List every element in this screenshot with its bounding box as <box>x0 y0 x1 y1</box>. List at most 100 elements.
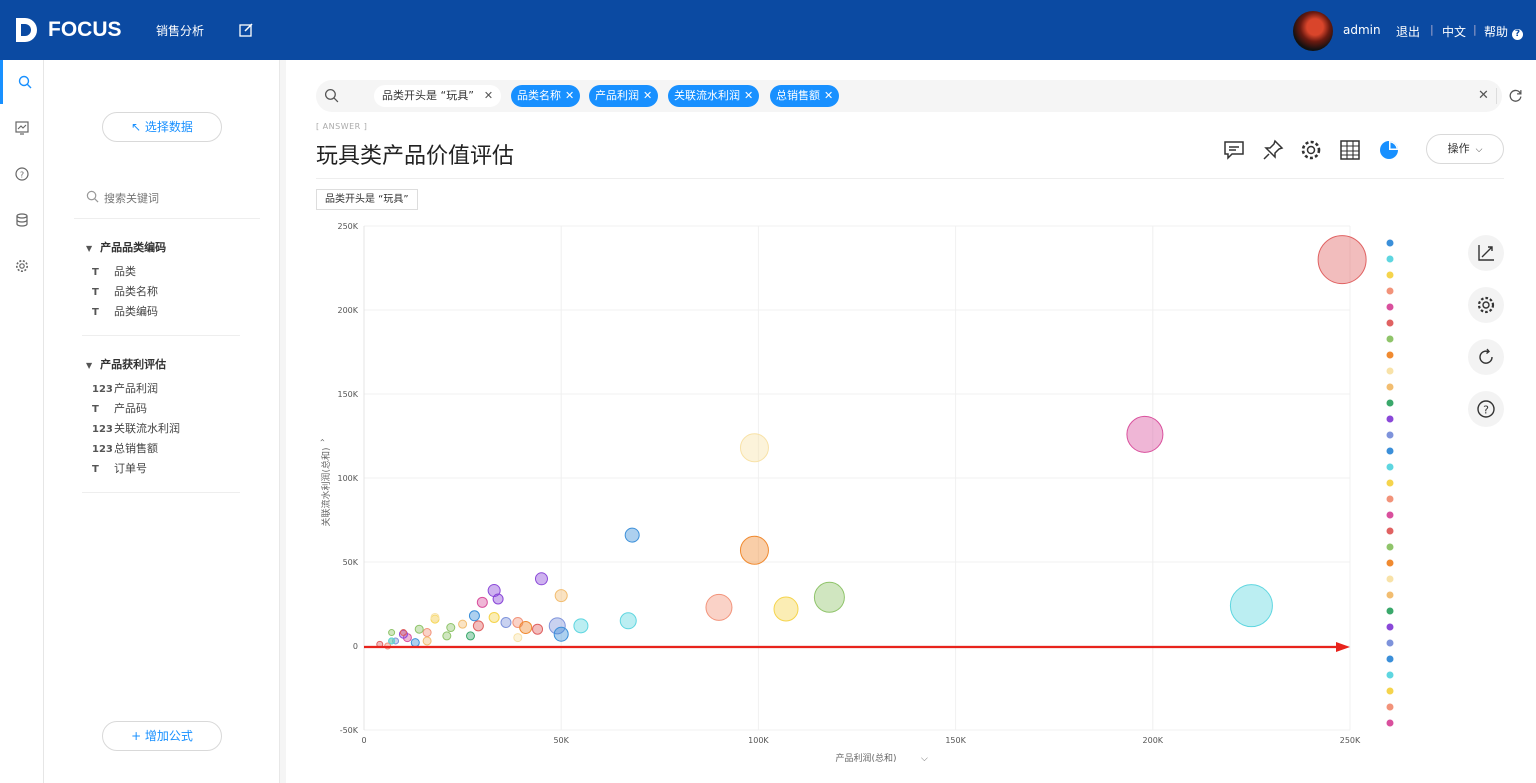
language-link[interactable]: 中文 <box>1442 23 1466 40</box>
logout-link[interactable]: 退出 <box>1396 23 1420 40</box>
data-point[interactable] <box>500 616 512 628</box>
group-product-category[interactable]: ▼ 产品品类编码 <box>86 239 166 255</box>
y-tick-label: 0 <box>353 642 358 651</box>
user-name[interactable]: admin <box>1343 23 1381 37</box>
table-icon[interactable] <box>1338 138 1362 162</box>
data-point[interactable] <box>472 620 484 632</box>
field-item[interactable]: T 品类编码 <box>92 303 158 319</box>
data-point[interactable] <box>553 626 569 642</box>
rail-settings[interactable] <box>0 244 44 288</box>
data-point[interactable] <box>488 611 500 623</box>
data-point[interactable] <box>442 631 452 641</box>
annotation-arrow <box>364 642 1350 652</box>
search-bar[interactable]: 品类开头是 “玩具” ✕ 品类名称 ✕ 产品利润 ✕ 关联流水利润 ✕ 总销售额 ✕ ✕ <box>316 80 1522 112</box>
field-item[interactable]: T 订单号 <box>92 460 147 476</box>
question-icon: ? <box>1477 400 1495 418</box>
pin-icon[interactable] <box>1261 138 1285 162</box>
text-type-icon: T <box>92 307 99 318</box>
operations-dropdown[interactable]: 操作 ⌵ <box>1426 134 1504 164</box>
data-point[interactable] <box>492 593 504 605</box>
text-type-icon: T <box>92 287 99 298</box>
refresh-icon[interactable] <box>1508 88 1523 103</box>
refresh-chart-button[interactable] <box>1468 339 1504 375</box>
data-point[interactable] <box>1126 415 1164 453</box>
field-name: 订单号 <box>114 462 147 475</box>
keyword-search-input[interactable] <box>104 188 254 208</box>
axis-settings-button[interactable] <box>1468 235 1504 271</box>
chevron-down-icon[interactable]: ⌵ <box>921 754 928 764</box>
rail-board[interactable] <box>0 106 44 150</box>
data-point[interactable] <box>519 621 533 635</box>
field-item[interactable]: 123产品利润 <box>92 380 158 396</box>
search-token[interactable]: 总销售额 ✕ <box>770 85 840 107</box>
edit-icon[interactable] <box>238 22 254 38</box>
data-point[interactable] <box>468 610 480 622</box>
data-point[interactable] <box>388 637 396 645</box>
legend-swatch <box>1386 271 1394 279</box>
condition-text: 品类开头是 “玩具” <box>382 89 474 102</box>
filter-tag[interactable]: 品类开头是 “玩具” <box>316 189 418 210</box>
data-point[interactable] <box>813 581 845 613</box>
data-point[interactable] <box>446 623 456 633</box>
data-point[interactable] <box>422 628 432 638</box>
add-formula-button[interactable]: + 增加公式 <box>102 721 222 751</box>
pie-chart-icon[interactable] <box>1377 138 1401 162</box>
data-point[interactable] <box>624 527 640 543</box>
answer-tag: [ ANSWER ] <box>316 122 368 131</box>
search-token[interactable]: 品类名称 ✕ <box>511 85 581 107</box>
field-item[interactable]: 123关联流水利润 <box>92 420 180 436</box>
gear-icon[interactable] <box>1299 138 1323 162</box>
close-icon[interactable]: ✕ <box>484 89 493 102</box>
data-point[interactable] <box>388 629 396 637</box>
data-point[interactable] <box>1229 584 1273 628</box>
data-point[interactable] <box>430 612 440 622</box>
data-point[interactable] <box>465 631 475 641</box>
focus-logo[interactable]: FOCUS <box>14 14 134 46</box>
data-point[interactable] <box>554 589 568 603</box>
rail-search[interactable] <box>0 60 44 104</box>
data-point[interactable] <box>399 629 407 637</box>
search-token[interactable]: 关联流水利润 ✕ <box>668 85 760 107</box>
chart-help-button[interactable]: ? <box>1468 391 1504 427</box>
select-data-button[interactable]: ↖ 选择数据 <box>102 112 222 142</box>
data-point[interactable] <box>573 618 589 634</box>
search-token[interactable]: 产品利润 ✕ <box>589 85 659 107</box>
condition-chip[interactable]: 品类开头是 “玩具” ✕ <box>374 85 502 107</box>
field-item[interactable]: T 产品码 <box>92 400 147 416</box>
data-point[interactable] <box>739 535 769 565</box>
close-icon[interactable]: ✕ <box>744 89 753 102</box>
y-axis-label[interactable]: 关联流水利润(总和) <box>320 447 332 526</box>
x-axis-label[interactable]: 产品利润(总和) <box>835 752 896 764</box>
data-point[interactable] <box>773 596 799 622</box>
data-point[interactable] <box>422 636 432 646</box>
data-point[interactable] <box>534 572 548 586</box>
rail-help[interactable]: ? <box>0 152 44 196</box>
avatar[interactable] <box>1293 11 1333 51</box>
data-point[interactable] <box>705 593 733 621</box>
group-product-profit[interactable]: ▼ 产品获利评估 <box>86 356 166 372</box>
data-point[interactable] <box>1317 235 1367 285</box>
data-point[interactable] <box>476 596 488 608</box>
data-point[interactable] <box>513 633 523 643</box>
field-name: 总销售额 <box>114 442 158 455</box>
close-icon[interactable]: ✕ <box>824 89 833 102</box>
field-item[interactable]: 123总销售额 <box>92 440 158 456</box>
data-point[interactable] <box>414 624 424 634</box>
data-point[interactable] <box>532 623 544 635</box>
close-icon[interactable]: ✕ <box>565 89 574 102</box>
text-type-icon: T <box>92 464 99 475</box>
field-item[interactable]: T 品类 <box>92 263 136 279</box>
comment-icon[interactable] <box>1222 138 1246 162</box>
help-link[interactable]: 帮助? <box>1484 23 1524 40</box>
clear-icon[interactable]: ✕ <box>1478 88 1489 103</box>
chart-settings-button[interactable] <box>1468 287 1504 323</box>
close-icon[interactable]: ✕ <box>643 89 652 102</box>
chevron-down-icon[interactable]: › <box>318 438 328 442</box>
data-point[interactable] <box>458 619 468 629</box>
rail-database[interactable] <box>0 198 44 242</box>
field-item[interactable]: T 品类名称 <box>92 283 158 299</box>
data-point[interactable] <box>410 638 420 648</box>
data-point[interactable] <box>619 612 637 630</box>
data-point[interactable] <box>739 433 769 463</box>
nav-sales-analysis[interactable]: 销售分析 <box>156 22 204 39</box>
